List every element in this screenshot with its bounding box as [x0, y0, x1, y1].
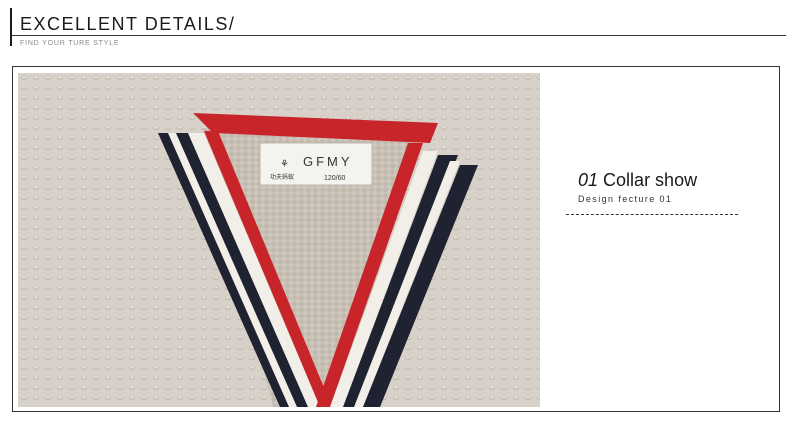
label-brand: GFMY: [303, 154, 353, 169]
caption-subtitle: Design fecture 01: [578, 194, 673, 204]
section-subtitle: FIND YOUR TURE STYLE: [20, 40, 120, 47]
section-title: EXCELLENT DETAILS/: [20, 14, 236, 34]
label-chinese: 功夫蚂蚁: [270, 173, 294, 181]
caption-text: Collar show: [603, 170, 698, 190]
header-divider: [12, 35, 786, 36]
label-size: 120/60: [324, 175, 346, 182]
size-label: ⚘ GFMY 功夫蚂蚁 120/60: [259, 142, 373, 186]
collar-photo: ⚘ GFMY 功夫蚂蚁 120/60: [18, 73, 540, 407]
caption-divider: [566, 214, 738, 215]
caption-title: 01 Collar show: [578, 170, 697, 191]
header-accent-bar: [10, 8, 12, 46]
caption-number: 01: [578, 170, 599, 190]
label-logo-icon: ⚘: [280, 159, 289, 170]
